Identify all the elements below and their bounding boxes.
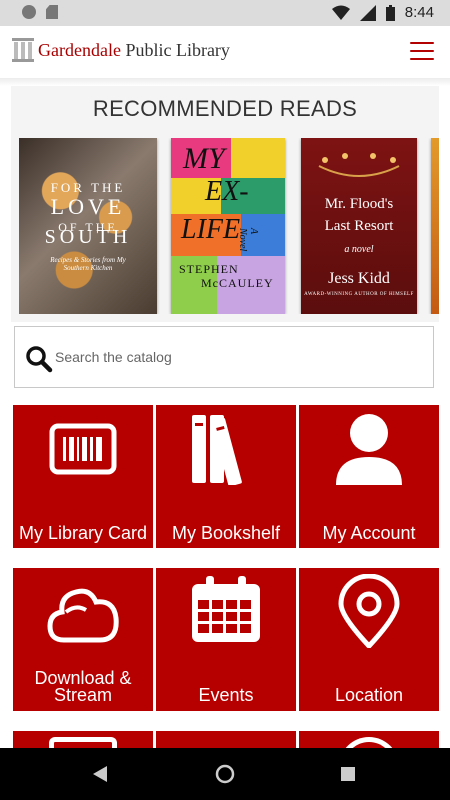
recents-icon — [341, 767, 355, 781]
calendar-icon — [192, 576, 260, 642]
book-author-line: McCAULEY — [201, 276, 274, 290]
sd-card-icon — [46, 5, 58, 19]
recommended-reads-title: RECOMMENDED READS — [92, 96, 358, 121]
library-columns-icon — [12, 38, 34, 62]
library-name: Gardendale Public Library — [38, 40, 230, 61]
books-icon — [192, 415, 242, 485]
book-carousel[interactable]: FOR THE LOVE OF THE SOUTH Recipes & Stor… — [19, 138, 439, 314]
card-icon — [49, 737, 117, 748]
catalog-search-box — [14, 326, 434, 388]
map-pin-icon — [338, 574, 400, 648]
tile-label: Location — [334, 685, 404, 705]
library-name-rest: Public Library — [125, 39, 230, 60]
book-tag: A Novel — [237, 228, 259, 252]
app-header: Gardendale Public Library — [0, 26, 450, 78]
tile-partial[interactable] — [13, 731, 153, 748]
book-title-line: Last Resort — [324, 218, 394, 234]
circle-icon — [339, 737, 399, 748]
tile-my-bookshelf[interactable]: My Bookshelf — [156, 405, 296, 548]
back-icon — [93, 766, 107, 782]
header-shadow — [0, 78, 450, 86]
catalog-search-input[interactable] — [55, 327, 425, 387]
barcode-card-icon — [49, 423, 117, 475]
tile-my-account[interactable]: My Account — [299, 405, 439, 548]
recommended-reads-panel: RECOMMENDED READS FOR THE LOVE OF THE SO… — [11, 86, 439, 322]
home-button[interactable] — [195, 748, 255, 800]
tile-label: My Bookshelf — [171, 523, 281, 543]
tile-partial[interactable] — [299, 731, 439, 748]
book-title-line: MY — [183, 142, 225, 175]
book-title-line: SOUTH — [44, 226, 132, 248]
status-bar: 8:44 — [0, 0, 450, 26]
tile-my-library-card[interactable]: My Library Card — [13, 405, 153, 548]
book-tag: a novel — [344, 244, 374, 255]
wifi-icon — [331, 5, 350, 20]
book-cover-my-ex-life[interactable]: MY EX- LIFE STEPHEN McCAULEY A Novel — [171, 138, 285, 314]
clock-time: 8:44 — [404, 4, 434, 21]
tile-label: My Library Card — [18, 523, 148, 543]
system-nav-bar — [0, 748, 450, 800]
recents-button[interactable] — [318, 748, 378, 800]
book-byline: AWARD-WINNING AUTHOR OF HIMSELF — [304, 292, 414, 297]
book-author: Jess Kidd — [328, 270, 390, 287]
book-title-line: LIFE — [181, 214, 241, 245]
book-author-line: STEPHEN — [179, 262, 239, 276]
battery-icon — [385, 4, 395, 21]
home-icon — [215, 764, 235, 784]
library-logo[interactable]: Gardendale Public Library — [12, 38, 230, 62]
book-title-line: LOVE — [50, 194, 126, 219]
tile-partial[interactable] — [156, 731, 296, 748]
chandelier-icon — [318, 153, 400, 177]
signal-icon — [359, 4, 376, 21]
search-icon[interactable] — [25, 345, 53, 373]
tile-events[interactable]: Events — [156, 568, 296, 711]
hamburger-menu-icon[interactable] — [410, 42, 434, 62]
book-subtitle: Recipes & Stories from My Southern Kitch… — [50, 256, 126, 272]
book-title-line: Mr. Flood's — [324, 196, 394, 212]
book-title-line: EX- — [205, 176, 249, 207]
library-name-accent: Gardendale — [38, 39, 121, 60]
notification-icon — [22, 5, 36, 19]
tile-label: My Account — [322, 523, 416, 543]
cloud-icon — [47, 588, 119, 643]
back-button[interactable] — [70, 748, 130, 800]
tile-download-stream[interactable]: Download & Stream — [13, 568, 153, 711]
book-cover-love-of-the-south[interactable]: FOR THE LOVE OF THE SOUTH Recipes & Stor… — [19, 138, 157, 314]
book-cover-mr-floods-last-resort[interactable]: Mr. Flood's Last Resort a novel Jess Kid… — [301, 138, 417, 314]
tile-label: Events — [198, 685, 254, 705]
tile-location[interactable]: Location — [299, 568, 439, 711]
user-icon — [336, 414, 402, 485]
tile-label: Stream — [53, 685, 113, 705]
book-cover-partial[interactable] — [431, 138, 439, 314]
